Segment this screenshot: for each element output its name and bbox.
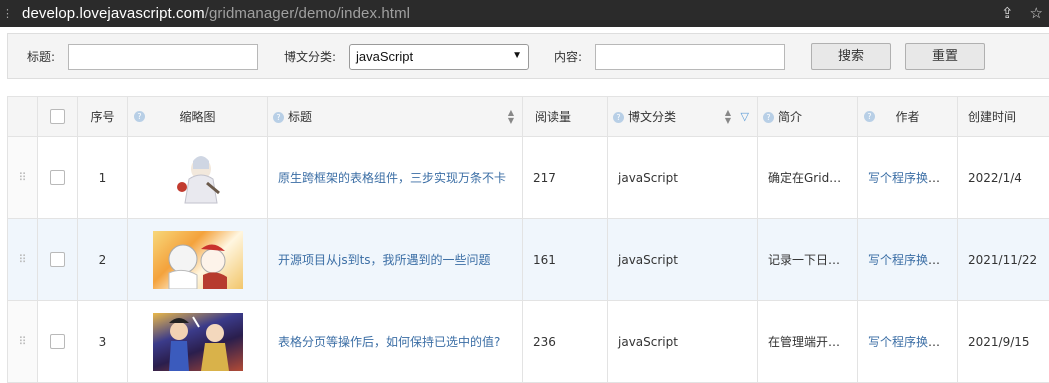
created-cell: 2022/1/4 (958, 137, 1049, 219)
filter-icon[interactable]: ▽ (741, 110, 749, 123)
table-row[interactable]: ⠿ 3 表格分页等操作后，如何保持已选 (8, 301, 1049, 383)
category-cell: javaScript (608, 137, 758, 219)
share-icon[interactable]: ⇪ (1001, 4, 1014, 22)
search-button[interactable]: 搜索 (811, 43, 891, 70)
title-link[interactable]: 表格分页等操作后，如何保持已选中的值? (278, 335, 500, 349)
reads-cell: 217 (523, 137, 608, 219)
sort-icon[interactable]: ▲▼ (725, 109, 731, 125)
table-row[interactable]: ⠿ 2 开源项目从js到ts，我所遇到的一些问题 1 (8, 219, 1049, 301)
row-checkbox[interactable] (50, 252, 65, 267)
data-grid: 序号 ?缩略图 ?标题▲▼ 阅读量 ?博文分类▲▼▽ ?简介 ?作者 创建时间 … (7, 96, 1049, 383)
title-link[interactable]: 原生跨框架的表格组件，三步实现万条不卡 (278, 171, 506, 185)
author-link[interactable]: 写个程序换个饼… (868, 171, 958, 185)
chevron-down-icon: ▼ (512, 50, 522, 61)
title-cell[interactable]: 表格分页等操作后，如何保持已选中的值? (268, 301, 523, 383)
thumbnail-image[interactable] (153, 313, 243, 371)
title-label: 标题: (27, 48, 55, 65)
url-text[interactable]: develop.lovejavascript.com/gridmanager/d… (22, 5, 410, 22)
reads-column-header: 阅读量 (523, 97, 608, 137)
title-input[interactable] (68, 44, 258, 70)
created-cell: 2021/11/22 (958, 219, 1049, 301)
column-info-icon[interactable]: ? (763, 112, 774, 123)
page-info-icon[interactable]: ⋮ (2, 7, 12, 20)
drag-column-header (8, 97, 38, 137)
title-column-header[interactable]: ? 标题 ▲▼ (268, 97, 523, 137)
author-cell[interactable]: 写个程序换个饼… (858, 301, 958, 383)
summary-header-label: 简介 (778, 110, 802, 124)
column-info-icon[interactable]: ? (613, 112, 624, 123)
url-host: develop.lovejavascript.com (22, 5, 205, 22)
summary-cell: 确定在Grid… (758, 137, 858, 219)
drag-handle-icon[interactable]: ⠿ (8, 219, 38, 301)
author-link[interactable]: 写个程序换个饼… (868, 335, 958, 349)
summary-cell: 在管理端开… (758, 301, 858, 383)
url-path: /gridmanager/demo/index.html (205, 5, 410, 22)
title-link[interactable]: 开源项目从js到ts，我所遇到的一些问题 (278, 253, 491, 267)
row-select-cell[interactable] (38, 219, 78, 301)
browser-address-bar[interactable]: ⋮ develop.lovejavascript.com/gridmanager… (0, 0, 1049, 27)
author-link[interactable]: 写个程序换个饼… (868, 253, 958, 267)
content-input[interactable] (595, 44, 785, 70)
reads-cell: 161 (523, 219, 608, 301)
category-cell: javaScript (608, 219, 758, 301)
row-index: 1 (78, 137, 128, 219)
reads-cell: 236 (523, 301, 608, 383)
search-form: 标题: 博文分类: javaScript ▼ 内容: 搜索 重置 (7, 33, 1049, 79)
thumbnail-cell (128, 137, 268, 219)
row-select-cell[interactable] (38, 137, 78, 219)
column-info-icon[interactable]: ? (273, 112, 284, 123)
row-index: 3 (78, 301, 128, 383)
category-header-label: 博文分类 (628, 110, 676, 124)
thumbnail-image[interactable] (153, 231, 243, 289)
column-info-icon[interactable]: ? (864, 111, 875, 122)
content-label: 内容: (554, 48, 582, 65)
sort-icon[interactable]: ▲▼ (508, 109, 514, 125)
thumbnail-column-header[interactable]: ? 缩略图 (128, 97, 268, 137)
category-selected-value: javaScript (356, 49, 413, 64)
row-select-cell[interactable] (38, 301, 78, 383)
created-cell: 2021/9/15 (958, 301, 1049, 383)
reset-button[interactable]: 重置 (905, 43, 985, 70)
summary-cell: 记录一下日… (758, 219, 858, 301)
category-cell: javaScript (608, 301, 758, 383)
column-info-icon[interactable]: ? (134, 111, 145, 122)
category-label: 博文分类: (284, 48, 336, 65)
thumbnail-image[interactable] (153, 149, 243, 207)
title-header-label: 标题 (288, 110, 312, 124)
created-column-header: 创建时间 (958, 97, 1049, 137)
select-all-header (38, 97, 78, 137)
title-cell[interactable]: 原生跨框架的表格组件，三步实现万条不卡 (268, 137, 523, 219)
author-header-label: 作者 (895, 110, 919, 124)
title-cell[interactable]: 开源项目从js到ts，我所遇到的一些问题 (268, 219, 523, 301)
author-cell[interactable]: 写个程序换个饼… (858, 137, 958, 219)
row-checkbox[interactable] (50, 334, 65, 349)
select-all-checkbox[interactable] (50, 109, 65, 124)
header-row: 序号 ? 缩略图 ? 标题 ▲▼ 阅读量 ? 博文分类 ▲▼ ▽ ? 简介 ? 作者 创建时间 (8, 97, 1049, 137)
category-select[interactable]: javaScript ▼ (349, 44, 529, 70)
summary-column-header[interactable]: ? 简介 (758, 97, 858, 137)
drag-handle-icon[interactable]: ⠿ (8, 301, 38, 383)
thumbnail-cell (128, 301, 268, 383)
thumbnail-header-label: 缩略图 (179, 110, 215, 124)
index-column-header: 序号 (78, 97, 128, 137)
thumbnail-cell (128, 219, 268, 301)
row-index: 2 (78, 219, 128, 301)
author-column-header[interactable]: ? 作者 (858, 97, 958, 137)
category-column-header[interactable]: ? 博文分类 ▲▼ ▽ (608, 97, 758, 137)
row-checkbox[interactable] (50, 170, 65, 185)
table-row[interactable]: ⠿ 1 原生跨框架的表格组件，三步实现万条不卡 21 (8, 137, 1049, 219)
author-cell[interactable]: 写个程序换个饼… (858, 219, 958, 301)
drag-handle-icon[interactable]: ⠿ (8, 137, 38, 219)
bookmark-star-icon[interactable]: ☆ (1030, 4, 1043, 22)
